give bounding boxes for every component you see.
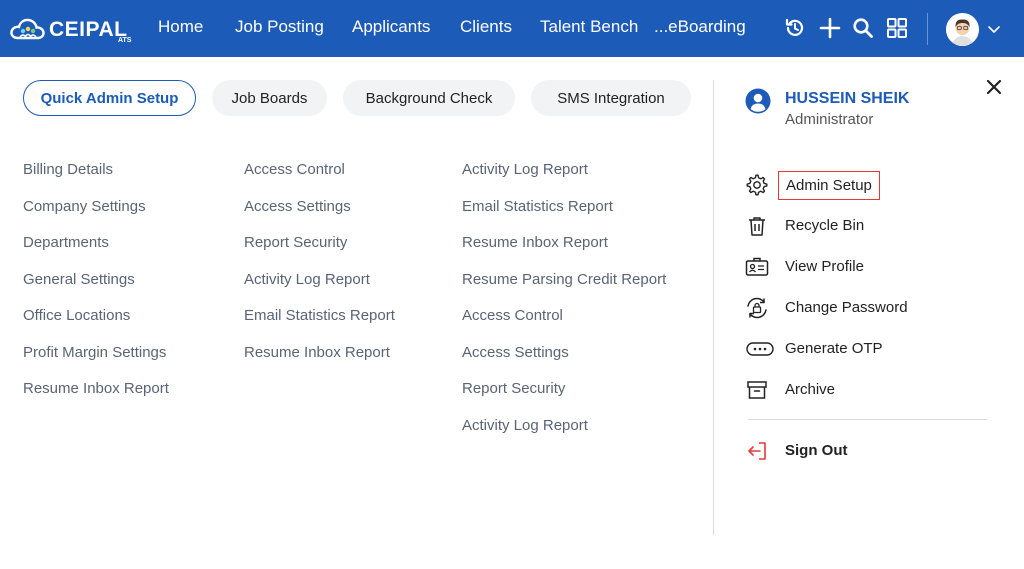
menu-divider (748, 419, 987, 420)
link-resume-inbox-report[interactable]: Resume Inbox Report (462, 233, 666, 270)
tab-background-check[interactable]: Background Check (343, 80, 515, 116)
link-company-settings[interactable]: Company Settings (23, 197, 169, 234)
menu-change-password[interactable]: Change Password (745, 294, 985, 322)
settings-column-3: Activity Log Report Email Statistics Rep… (462, 160, 666, 452)
menu-label: Admin Setup (778, 171, 880, 200)
menu-label: Recycle Bin (785, 217, 865, 234)
menu-label: Archive (785, 381, 836, 398)
link-resume-parsing-credit-report[interactable]: Resume Parsing Credit Report (462, 270, 666, 307)
recent-activity-icon[interactable] (783, 16, 807, 40)
link-report-security[interactable]: Report Security (462, 379, 666, 416)
user-role: Administrator (785, 111, 874, 128)
menu-admin-setup[interactable]: Admin Setup (745, 171, 985, 200)
tab-quick-admin-setup[interactable]: Quick Admin Setup (23, 80, 196, 116)
tab-sms-integration[interactable]: SMS Integration (531, 80, 691, 116)
link-access-control[interactable]: Access Control (244, 160, 395, 197)
sign-out-label: Sign Out (785, 442, 848, 459)
trash-icon (745, 214, 769, 238)
cloud-logo-icon (10, 18, 45, 40)
close-icon[interactable] (985, 78, 1003, 96)
add-icon[interactable] (818, 16, 842, 40)
link-resume-inbox-report[interactable]: Resume Inbox Report (23, 379, 169, 416)
menu-label: Generate OTP (785, 340, 883, 357)
link-activity-log-report[interactable]: Activity Log Report (462, 416, 666, 453)
link-email-statistics-report[interactable]: Email Statistics Report (244, 306, 395, 343)
chevron-down-icon[interactable] (987, 22, 1001, 36)
nav-home[interactable]: Home (158, 17, 203, 37)
toolbar-divider (927, 13, 928, 45)
tab-job-boards[interactable]: Job Boards (212, 80, 327, 116)
link-resume-inbox-report[interactable]: Resume Inbox Report (244, 343, 395, 380)
top-nav-bar: CEIPAL ATS Home Job Posting Applicants C… (0, 0, 1024, 57)
id-card-icon (745, 255, 769, 279)
apps-grid-icon[interactable] (885, 16, 909, 40)
menu-label: View Profile (785, 258, 864, 275)
nav-talent-bench[interactable]: Talent Bench (540, 17, 638, 37)
nav-clients[interactable]: Clients (460, 17, 512, 37)
link-access-settings[interactable]: Access Settings (462, 343, 666, 380)
menu-recycle-bin[interactable]: Recycle Bin (745, 212, 985, 240)
link-access-settings[interactable]: Access Settings (244, 197, 395, 234)
settings-column-1: Billing Details Company Settings Departm… (23, 160, 169, 416)
otp-icon (745, 337, 775, 361)
menu-generate-otp[interactable]: Generate OTP (745, 335, 985, 363)
archive-icon (745, 378, 769, 402)
user-name: HUSSEIN SHEIK (785, 90, 910, 107)
menu-label: Change Password (785, 299, 908, 316)
sign-out-button[interactable]: Sign Out (745, 437, 985, 465)
menu-archive[interactable]: Archive (745, 376, 985, 404)
link-profit-margin-settings[interactable]: Profit Margin Settings (23, 343, 169, 380)
link-email-statistics-report[interactable]: Email Statistics Report (462, 197, 666, 234)
link-general-settings[interactable]: General Settings (23, 270, 169, 307)
settings-column-2: Access Control Access Settings Report Se… (244, 160, 395, 379)
lock-refresh-icon (745, 296, 769, 320)
brand-name: CEIPAL (49, 17, 128, 41)
user-icon (745, 88, 771, 114)
gear-icon (745, 173, 769, 197)
search-icon[interactable] (851, 16, 875, 40)
link-activity-log-report[interactable]: Activity Log Report (462, 160, 666, 197)
link-departments[interactable]: Departments (23, 233, 169, 270)
link-office-locations[interactable]: Office Locations (23, 306, 169, 343)
link-activity-log-report[interactable]: Activity Log Report (244, 270, 395, 307)
menu-view-profile[interactable]: View Profile (745, 253, 985, 281)
sign-out-icon (745, 439, 769, 463)
avatar[interactable] (946, 13, 979, 46)
link-report-security[interactable]: Report Security (244, 233, 395, 270)
nav-job-posting[interactable]: Job Posting (235, 17, 324, 37)
nav-applicants[interactable]: Applicants (352, 17, 430, 37)
panel-divider (713, 80, 714, 535)
brand-sub: ATS (118, 37, 132, 44)
link-billing-details[interactable]: Billing Details (23, 160, 169, 197)
nav-eboarding[interactable]: ...eBoarding (654, 17, 746, 37)
ceipal-logo[interactable]: CEIPAL ATS (9, 12, 134, 46)
link-access-control[interactable]: Access Control (462, 306, 666, 343)
